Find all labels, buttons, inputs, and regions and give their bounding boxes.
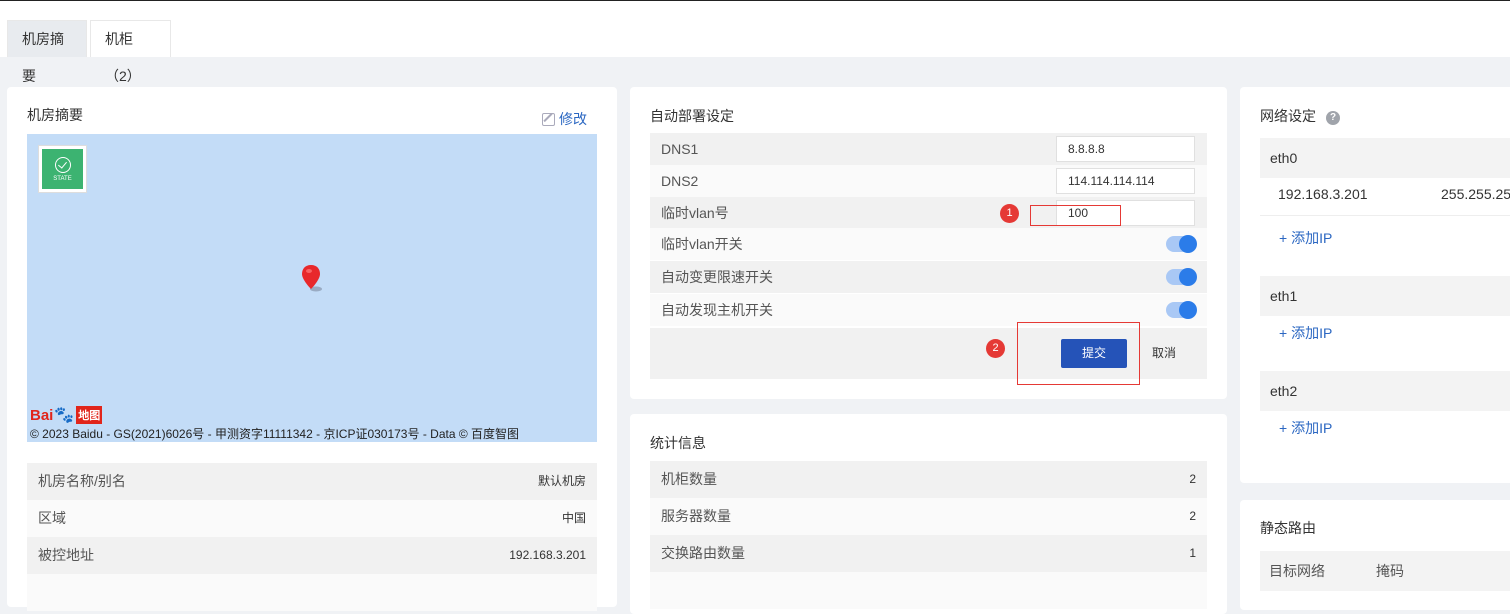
ip-mask: 255.255.255 <box>1441 186 1510 202</box>
stat-row: 机柜数量 2 <box>650 461 1207 498</box>
paw-icon: 🐾 <box>54 407 75 424</box>
network-settings-card: 网络设定? eth0 192.168.3.201 255.255.255 + 添… <box>1240 87 1510 483</box>
stat-label: 服务器数量 <box>661 508 731 524</box>
baidu-logo: Bai 🐾 地图 <box>30 405 103 425</box>
column-header: 目标网络 <box>1269 563 1325 579</box>
interface-header-eth1: eth1 <box>1260 276 1510 316</box>
card-title: 静态路由 <box>1260 520 1316 536</box>
stat-label: 交换路由数量 <box>661 545 745 561</box>
interface-header-eth0: eth0 <box>1260 138 1510 178</box>
info-value: 中国 <box>561 511 586 525</box>
tab-bar: 机房摘要 机柜（2） <box>0 1 1510 84</box>
help-icon[interactable]: ? <box>1326 111 1340 125</box>
field-label: 临时vlan开关 <box>661 236 743 252</box>
static-routes-card: 静态路由 目标网络 掩码 <box>1240 500 1510 610</box>
host-discover-toggle[interactable] <box>1166 301 1197 319</box>
info-value: 默认机房 <box>537 474 586 488</box>
stat-row <box>650 572 1207 609</box>
add-ip-link-eth2[interactable]: + 添加IP <box>1279 418 1332 438</box>
annotation-box-2 <box>1017 322 1140 385</box>
info-row: 区域 中国 <box>27 500 597 537</box>
tab-room-summary[interactable]: 机房摘要 <box>7 20 87 84</box>
ip-address: 192.168.3.201 <box>1278 186 1368 202</box>
stat-row: 交换路由数量 1 <box>650 535 1207 572</box>
logo-text-ditu: 地图 <box>76 406 103 424</box>
form-row-dns1: DNS1 8.8.8.8 <box>650 133 1207 165</box>
stat-value: 2 <box>1189 509 1196 523</box>
logo-text: Bai <box>30 406 54 424</box>
field-label: 自动发现主机开关 <box>661 302 773 318</box>
interface-header-eth2: eth2 <box>1260 371 1510 411</box>
card-title: 自动部署设定 <box>650 108 734 124</box>
check-circle-icon <box>54 156 71 173</box>
form-row-dns2: DNS2 114.114.114.114 <box>650 165 1207 197</box>
state-label: STATE <box>53 175 72 182</box>
field-label: DNS2 <box>661 173 699 189</box>
info-row: 机房名称/别名 默认机房 <box>27 463 597 500</box>
info-row: 被控地址 192.168.3.201 <box>27 537 597 574</box>
field-label: 自动变更限速开关 <box>661 269 773 285</box>
stats-card: 统计信息 机柜数量 2 服务器数量 2 交换路由数量 1 <box>630 414 1227 614</box>
map-copyright: © 2023 Baidu - GS(2021)6026号 - 甲测资字11111… <box>30 427 520 441</box>
annotation-marker-2: 2 <box>986 339 1005 358</box>
auto-deploy-card: 自动部署设定 DNS1 8.8.8.8 DNS2 114.114.114.114… <box>630 87 1227 399</box>
card-title: 机房摘要 <box>27 107 83 123</box>
ip-row: 192.168.3.201 255.255.255 <box>1260 173 1510 216</box>
form-row-speed-toggle: 自动变更限速开关 <box>650 261 1207 293</box>
info-row <box>27 574 597 611</box>
routes-table-header: 目标网络 掩码 <box>1260 551 1510 591</box>
cancel-button[interactable]: 取消 <box>1152 339 1176 368</box>
field-label: DNS1 <box>661 141 699 157</box>
dns1-input[interactable]: 8.8.8.8 <box>1056 136 1195 162</box>
vlan-toggle[interactable] <box>1166 235 1197 253</box>
edit-label: 修改 <box>559 111 587 127</box>
map-state-button[interactable]: STATE <box>38 145 87 193</box>
edit-button[interactable]: 修改 <box>542 109 587 129</box>
map-pin-icon[interactable] <box>301 264 323 294</box>
info-label: 机房名称/别名 <box>38 473 126 489</box>
network-title: 网络设定 <box>1260 108 1316 124</box>
speed-limit-toggle[interactable] <box>1166 268 1197 286</box>
stat-label: 机柜数量 <box>661 471 717 487</box>
add-ip-link-eth1[interactable]: + 添加IP <box>1279 323 1332 343</box>
form-row-vlan: 临时vlan号 100 <box>650 197 1207 229</box>
card-title: 统计信息 <box>650 435 706 451</box>
form-row-vlan-toggle: 临时vlan开关 <box>650 228 1207 260</box>
tab-cabinets[interactable]: 机柜（2） <box>90 20 171 84</box>
add-ip-link-eth0[interactable]: + 添加IP <box>1279 228 1332 248</box>
info-label: 被控地址 <box>38 547 94 563</box>
stat-value: 1 <box>1189 546 1196 560</box>
annotation-box-1 <box>1030 205 1121 226</box>
stat-value: 2 <box>1189 472 1196 486</box>
field-label: 临时vlan号 <box>661 205 729 221</box>
dns2-input[interactable]: 114.114.114.114 <box>1056 168 1195 194</box>
stat-row: 服务器数量 2 <box>650 498 1207 535</box>
annotation-marker-1: 1 <box>1000 204 1019 223</box>
column-header: 掩码 <box>1376 563 1404 579</box>
room-summary-card: 机房摘要 修改 STATE Bai 🐾 地图 © 2023 Baidu - GS… <box>7 87 617 611</box>
edit-icon <box>542 112 555 126</box>
card-title: 网络设定? <box>1260 106 1340 126</box>
info-label: 区域 <box>38 510 66 526</box>
info-value: 192.168.3.201 <box>509 548 586 562</box>
map-view[interactable]: STATE Bai 🐾 地图 © 2023 Baidu - GS(2021)60… <box>27 134 597 442</box>
